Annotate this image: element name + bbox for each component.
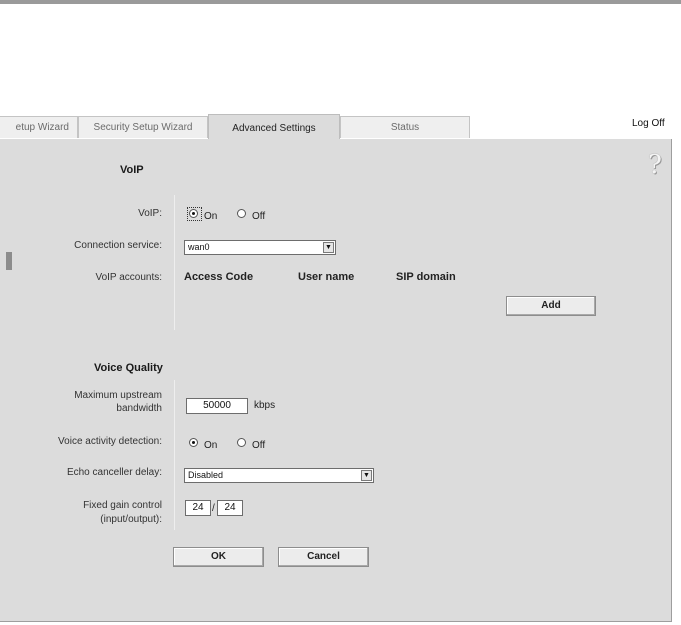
vad-on-radio[interactable] <box>189 438 198 447</box>
echo-canceller-label: Echo canceller delay: <box>66 467 162 478</box>
column-sip-domain: SIP domain <box>396 271 456 283</box>
echo-canceller-select[interactable]: Disabled ▼ <box>184 468 374 483</box>
ok-button[interactable]: OK <box>173 547 264 567</box>
scroll-marker[interactable] <box>6 252 12 270</box>
form-column-divider <box>174 195 175 330</box>
column-user-name: User name <box>298 271 355 283</box>
column-access-code: Access Code <box>184 271 254 283</box>
voip-on-label: On <box>204 211 218 222</box>
gain-input-field[interactable]: 24 <box>185 500 211 516</box>
connection-service-select[interactable]: wan0 ▼ <box>184 240 336 255</box>
vad-off-radio[interactable] <box>237 438 246 447</box>
vad-off-label: Off <box>252 440 266 451</box>
connection-service-label: Connection service: <box>74 240 162 251</box>
vad-on-label: On <box>204 440 218 451</box>
upstream-bandwidth-input[interactable]: 50000 <box>186 398 248 414</box>
add-account-button[interactable]: Add <box>506 296 596 316</box>
gain-separator: / <box>212 503 215 514</box>
gain-label-line1: Fixed gain control <box>83 500 162 511</box>
voip-section-heading: VoIP <box>120 164 144 176</box>
voip-accounts-label: VoIP accounts: <box>95 272 162 283</box>
echo-canceller-value: Disabled <box>188 470 224 480</box>
chevron-down-icon[interactable]: ▼ <box>361 470 372 481</box>
tab-setup-wizard[interactable]: etup Wizard <box>0 116 78 138</box>
upstream-label-line2: bandwidth <box>116 403 162 414</box>
tab-advanced-settings[interactable]: Advanced Settings <box>208 114 340 140</box>
upstream-unit: kbps <box>254 400 276 411</box>
form-column-divider <box>174 380 175 530</box>
cancel-button[interactable]: Cancel <box>278 547 369 567</box>
voice-quality-heading: Voice Quality <box>94 362 163 374</box>
vad-label: Voice activity detection: <box>58 436 162 447</box>
tab-security-setup-wizard[interactable]: Security Setup Wizard <box>78 116 208 138</box>
gain-output-field[interactable]: 24 <box>217 500 243 516</box>
voip-label: VoIP: <box>138 208 162 219</box>
connection-service-value: wan0 <box>188 242 210 252</box>
voip-off-radio[interactable] <box>237 209 246 218</box>
voip-off-label: Off <box>252 211 266 222</box>
top-divider-bar <box>0 0 681 4</box>
log-off-link[interactable]: Log Off <box>632 118 665 129</box>
help-icon[interactable]: ? <box>648 152 666 178</box>
tab-status[interactable]: Status <box>340 116 470 138</box>
upstream-label-line1: Maximum upstream <box>74 390 162 401</box>
voip-on-radio[interactable] <box>189 209 198 218</box>
chevron-down-icon[interactable]: ▼ <box>323 242 334 253</box>
gain-label-line2: (input/output): <box>100 514 162 525</box>
